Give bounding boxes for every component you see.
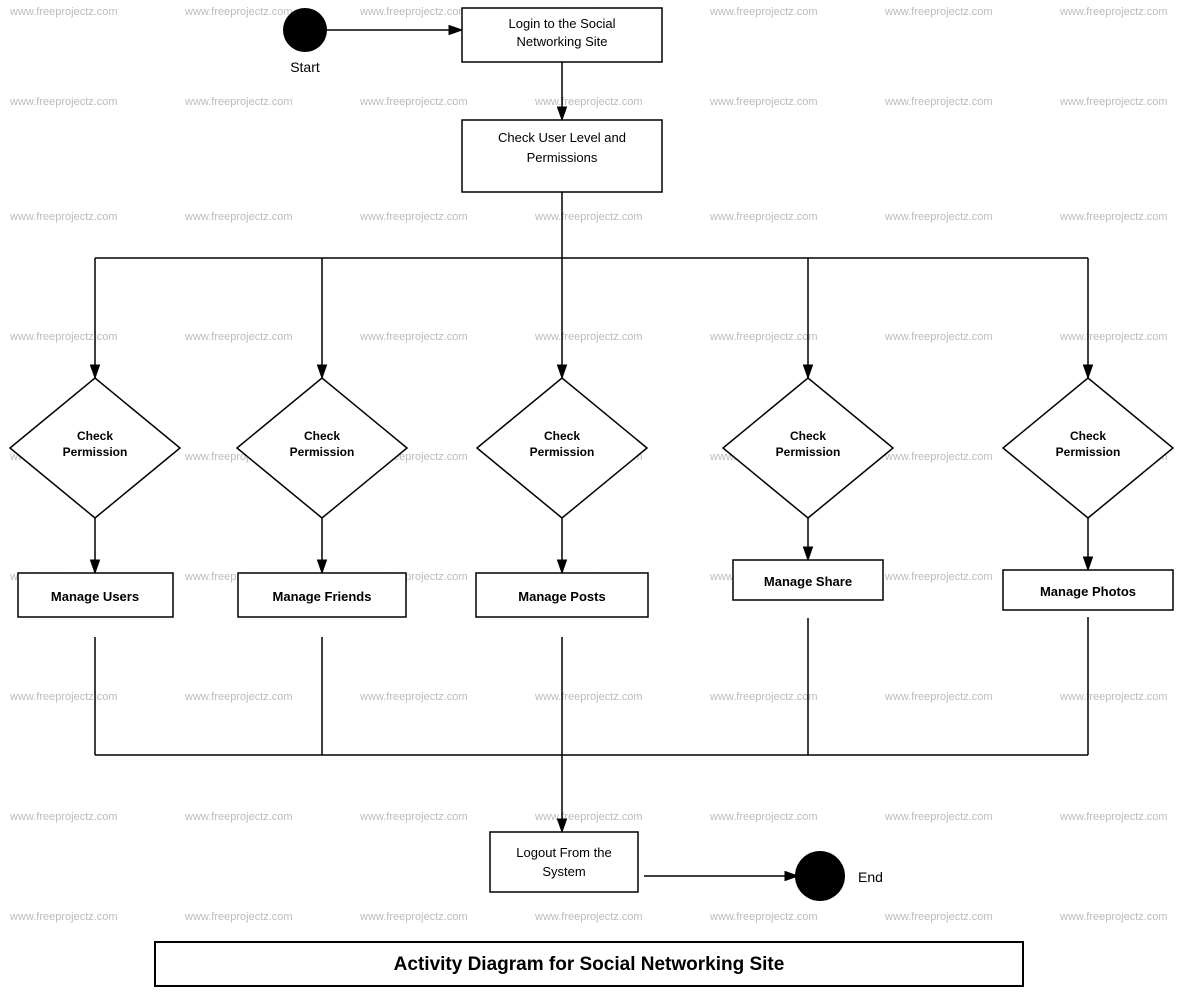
diagram-title: Activity Diagram for Social Networking S…: [394, 954, 785, 975]
end-node: [795, 851, 845, 901]
svg-text:www.freeprojectz.com: www.freeprojectz.com: [9, 331, 118, 343]
svg-text:www.freeprojectz.com: www.freeprojectz.com: [359, 331, 468, 343]
manage-photos-text: Manage Photos: [1040, 584, 1136, 599]
svg-text:www.freeprojectz.com: www.freeprojectz.com: [534, 691, 643, 703]
svg-text:www.freeprojectz.com: www.freeprojectz.com: [359, 811, 468, 823]
svg-text:www.freeprojectz.com: www.freeprojectz.com: [534, 811, 643, 823]
svg-text:www.freeprojectz.com: www.freeprojectz.com: [534, 331, 643, 343]
svg-text:www.freeprojectz.com: www.freeprojectz.com: [709, 6, 818, 18]
svg-text:www.freeprojectz.com: www.freeprojectz.com: [9, 811, 118, 823]
svg-text:www.freeprojectz.com: www.freeprojectz.com: [709, 811, 818, 823]
svg-text:www.freeprojectz.com: www.freeprojectz.com: [1059, 211, 1168, 223]
end-label: End: [858, 869, 883, 885]
manage-friends-text: Manage Friends: [273, 589, 372, 604]
check-perm-5-text-1: Check: [1070, 429, 1106, 443]
svg-text:www.freeprojectz.com: www.freeprojectz.com: [359, 96, 468, 108]
check-perm-2-text-2: Permission: [290, 445, 355, 459]
svg-text:www.freeprojectz.com: www.freeprojectz.com: [709, 911, 818, 923]
svg-text:www.freeprojectz.com: www.freeprojectz.com: [359, 691, 468, 703]
svg-text:www.freeprojectz.com: www.freeprojectz.com: [884, 451, 993, 463]
check-perm-3-text-1: Check: [544, 429, 580, 443]
check-user-text-2: Permissions: [527, 150, 598, 165]
svg-text:www.freeprojectz.com: www.freeprojectz.com: [1059, 96, 1168, 108]
check-perm-4-text-2: Permission: [776, 445, 841, 459]
svg-text:www.freeprojectz.com: www.freeprojectz.com: [359, 911, 468, 923]
svg-text:www.freeprojectz.com: www.freeprojectz.com: [184, 691, 293, 703]
svg-text:www.freeprojectz.com: www.freeprojectz.com: [884, 691, 993, 703]
svg-text:www.freeprojectz.com: www.freeprojectz.com: [184, 211, 293, 223]
login-text-1: Login to the Social: [509, 16, 616, 31]
svg-text:www.freeprojectz.com: www.freeprojectz.com: [884, 811, 993, 823]
check-user-text-1: Check User Level and: [498, 130, 626, 145]
svg-text:www.freeprojectz.com: www.freeprojectz.com: [884, 211, 993, 223]
check-perm-1-text-2: Permission: [63, 445, 128, 459]
svg-text:www.freeprojectz.com: www.freeprojectz.com: [884, 911, 993, 923]
svg-text:www.freeprojectz.com: www.freeprojectz.com: [1059, 811, 1168, 823]
manage-share-text: Manage Share: [764, 574, 852, 589]
svg-text:www.freeprojectz.com: www.freeprojectz.com: [884, 6, 993, 18]
check-perm-4-text-1: Check: [790, 429, 826, 443]
svg-text:www.freeprojectz.com: www.freeprojectz.com: [359, 211, 468, 223]
svg-text:www.freeprojectz.com: www.freeprojectz.com: [184, 96, 293, 108]
svg-text:www.freeprojectz.com: www.freeprojectz.com: [1059, 331, 1168, 343]
svg-text:www.freeprojectz.com: www.freeprojectz.com: [9, 911, 118, 923]
check-perm-1-text-1: Check: [77, 429, 113, 443]
svg-text:www.freeprojectz.com: www.freeprojectz.com: [1059, 691, 1168, 703]
manage-posts-text: Manage Posts: [518, 589, 605, 604]
svg-text:www.freeprojectz.com: www.freeprojectz.com: [184, 911, 293, 923]
svg-text:www.freeprojectz.com: www.freeprojectz.com: [184, 6, 293, 18]
logout-text-1: Logout From the: [516, 845, 611, 860]
check-perm-2-text-1: Check: [304, 429, 340, 443]
check-perm-3-text-2: Permission: [530, 445, 595, 459]
svg-text:www.freeprojectz.com: www.freeprojectz.com: [184, 811, 293, 823]
svg-text:www.freeprojectz.com: www.freeprojectz.com: [884, 331, 993, 343]
svg-text:www.freeprojectz.com: www.freeprojectz.com: [534, 911, 643, 923]
svg-text:www.freeprojectz.com: www.freeprojectz.com: [709, 211, 818, 223]
svg-text:www.freeprojectz.com: www.freeprojectz.com: [534, 211, 643, 223]
check-perm-5-text-2: Permission: [1056, 445, 1121, 459]
svg-text:www.freeprojectz.com: www.freeprojectz.com: [709, 691, 818, 703]
manage-users-text: Manage Users: [51, 589, 139, 604]
svg-text:www.freeprojectz.com: www.freeprojectz.com: [884, 571, 993, 583]
diagram-svg: www.freeprojectz.com www.freeprojectz.co…: [0, 0, 1178, 994]
svg-text:www.freeprojectz.com: www.freeprojectz.com: [1059, 6, 1168, 18]
svg-text:www.freeprojectz.com: www.freeprojectz.com: [884, 96, 993, 108]
start-label: Start: [290, 59, 320, 75]
svg-text:www.freeprojectz.com: www.freeprojectz.com: [709, 96, 818, 108]
svg-text:www.freeprojectz.com: www.freeprojectz.com: [184, 331, 293, 343]
svg-text:www.freeprojectz.com: www.freeprojectz.com: [9, 96, 118, 108]
svg-text:www.freeprojectz.com: www.freeprojectz.com: [9, 211, 118, 223]
login-text-2: Networking Site: [516, 34, 607, 49]
logout-text-2: System: [542, 864, 585, 879]
svg-text:www.freeprojectz.com: www.freeprojectz.com: [709, 331, 818, 343]
start-node: [283, 8, 327, 52]
svg-text:www.freeprojectz.com: www.freeprojectz.com: [534, 96, 643, 108]
svg-text:www.freeprojectz.com: www.freeprojectz.com: [9, 6, 118, 18]
svg-text:www.freeprojectz.com: www.freeprojectz.com: [9, 691, 118, 703]
svg-text:www.freeprojectz.com: www.freeprojectz.com: [1059, 911, 1168, 923]
logout-box: [490, 832, 638, 892]
svg-text:www.freeprojectz.com: www.freeprojectz.com: [359, 6, 468, 18]
